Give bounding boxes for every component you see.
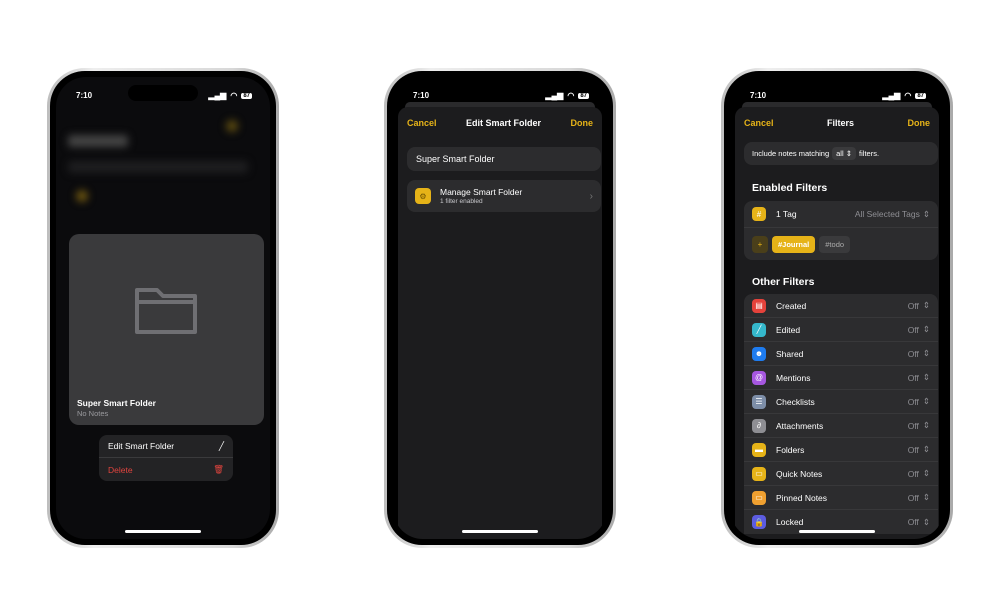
people-icon: ☻ [752,346,766,361]
quick-note-icon: ▭ [752,466,766,481]
folder-subtitle: No Notes [77,409,109,418]
smart-folder-preview: Super Smart Folder No Notes [69,234,264,425]
stepper-icon: ⇕ [922,516,930,527]
tag-chip-journal[interactable]: #Journal [772,235,816,253]
menu-item-edit-smart-folder[interactable]: Edit Smart Folder ╱ [99,435,233,458]
folder-icon [135,288,197,334]
context-menu: Edit Smart Folder ╱ Delete 🗑 [99,435,233,481]
filter-row-checklists[interactable]: ☰ Checklists Off ⇕ [744,390,938,414]
edit-sheet: Cancel Edit Smart Folder Done Super Smart … [398,107,602,539]
pencil-icon: ╱ [752,322,766,337]
sheet-title: Edit Smart Folder [466,118,542,128]
filters-sheet: Cancel Filters Done Include notes matching… [735,107,939,539]
status-bar: 7:10 ▂▄▆ ◠ 87 [413,91,589,100]
stepper-icon: ⇕ [922,300,930,310]
stepper-icon: ⇕ [922,420,930,430]
menu-item-delete[interactable]: Delete 🗑 [99,458,233,481]
gear-icon: ⚙ [415,188,431,204]
stepper-icon: ⇕ [922,492,930,502]
stepper-icon: ⇕ [922,444,930,454]
phone-filters: 7:10 ▂▄▆ ◠ 87 Cancel Filters Done Include not… [721,68,953,548]
filter-row-created[interactable]: ▤ Created Off ⇕ [744,294,938,318]
home-indicator [125,530,201,533]
at-icon: @ [752,370,766,385]
filter-row-folders[interactable]: ▬ Folders Off ⇕ [744,438,938,462]
stepper-icon: ⇕ [922,348,930,358]
tag-filter-row[interactable]: # 1 Tag All Selected Tags ⇕ [744,201,938,228]
lock-icon: 🔒 [752,515,766,529]
paperclip-icon: ∂ [752,418,766,433]
enabled-filters-heading: Enabled Filters [752,182,828,194]
home-indicator [462,530,538,533]
include-matching-row: Include notes matching all ⇕ filters. [744,142,938,165]
home-indicator [799,530,875,533]
checklist-icon: ☰ [752,394,766,409]
folder-name-input[interactable]: Super Smart Folder [407,147,601,171]
other-filters-list: ▤ Created Off ⇕ ╱ Edited Off ⇕ ☻ Shared Off ⇕ @ Menti… [744,294,938,534]
pencil-icon: ╱ [218,440,224,451]
tag-filter-card: # 1 Tag All Selected Tags ⇕ + #Journal #t… [744,201,938,260]
cancel-button[interactable]: Cancel [744,118,774,128]
folder-title: Super Smart Folder [77,398,156,408]
trash-icon: 🗑 [213,464,224,474]
phone-edit-smart-folder: 7:10 ▂▄▆ ◠ 87 Cancel Edit Smart Folder Done S… [384,68,616,548]
hashtag-icon: # [752,207,766,221]
chevron-right-icon: › [589,190,593,202]
phone-context-menu: 7:10 ▂▄▆ ◠ 87 Super Smart Folder No Notes E… [47,68,279,548]
done-button[interactable]: Done [571,118,594,128]
stepper-icon: ⇕ [922,468,930,478]
done-button[interactable]: Done [908,118,931,128]
stepper-icon: ⇕ [922,324,930,334]
status-bar: 7:10 ▂▄▆ ◠ 87 [750,91,926,100]
stepper-icon: ⇕ [922,396,930,406]
stepper-icon: ⇕ [922,372,930,382]
sheet-title: Filters [827,118,855,128]
status-bar: 7:10 ▂▄▆ ◠ 87 [76,91,252,100]
tag-chip-todo[interactable]: #todo [819,235,851,253]
filter-row-mentions[interactable]: @ Mentions Off ⇕ [744,366,938,390]
filter-row-pinned-notes[interactable]: ▭ Pinned Notes Off ⇕ [744,486,938,510]
calendar-icon: ▤ [752,298,766,313]
match-mode-select[interactable]: all ⇕ [832,147,857,160]
cancel-button[interactable]: Cancel [407,118,437,128]
filter-row-shared[interactable]: ☻ Shared Off ⇕ [744,342,938,366]
filter-row-edited[interactable]: ╱ Edited Off ⇕ [744,318,938,342]
filter-row-quick-notes[interactable]: ▭ Quick Notes Off ⇕ [744,462,938,486]
other-filters-heading: Other Filters [752,276,815,288]
folder-icon: ▬ [752,442,766,457]
add-tag-button[interactable]: + [752,235,768,253]
pin-icon: ▭ [752,490,766,505]
filter-row-attachments[interactable]: ∂ Attachments Off ⇕ [744,414,938,438]
manage-smart-folder-row[interactable]: ⚙ Manage Smart Folder 1 filter enabled › [407,180,601,212]
